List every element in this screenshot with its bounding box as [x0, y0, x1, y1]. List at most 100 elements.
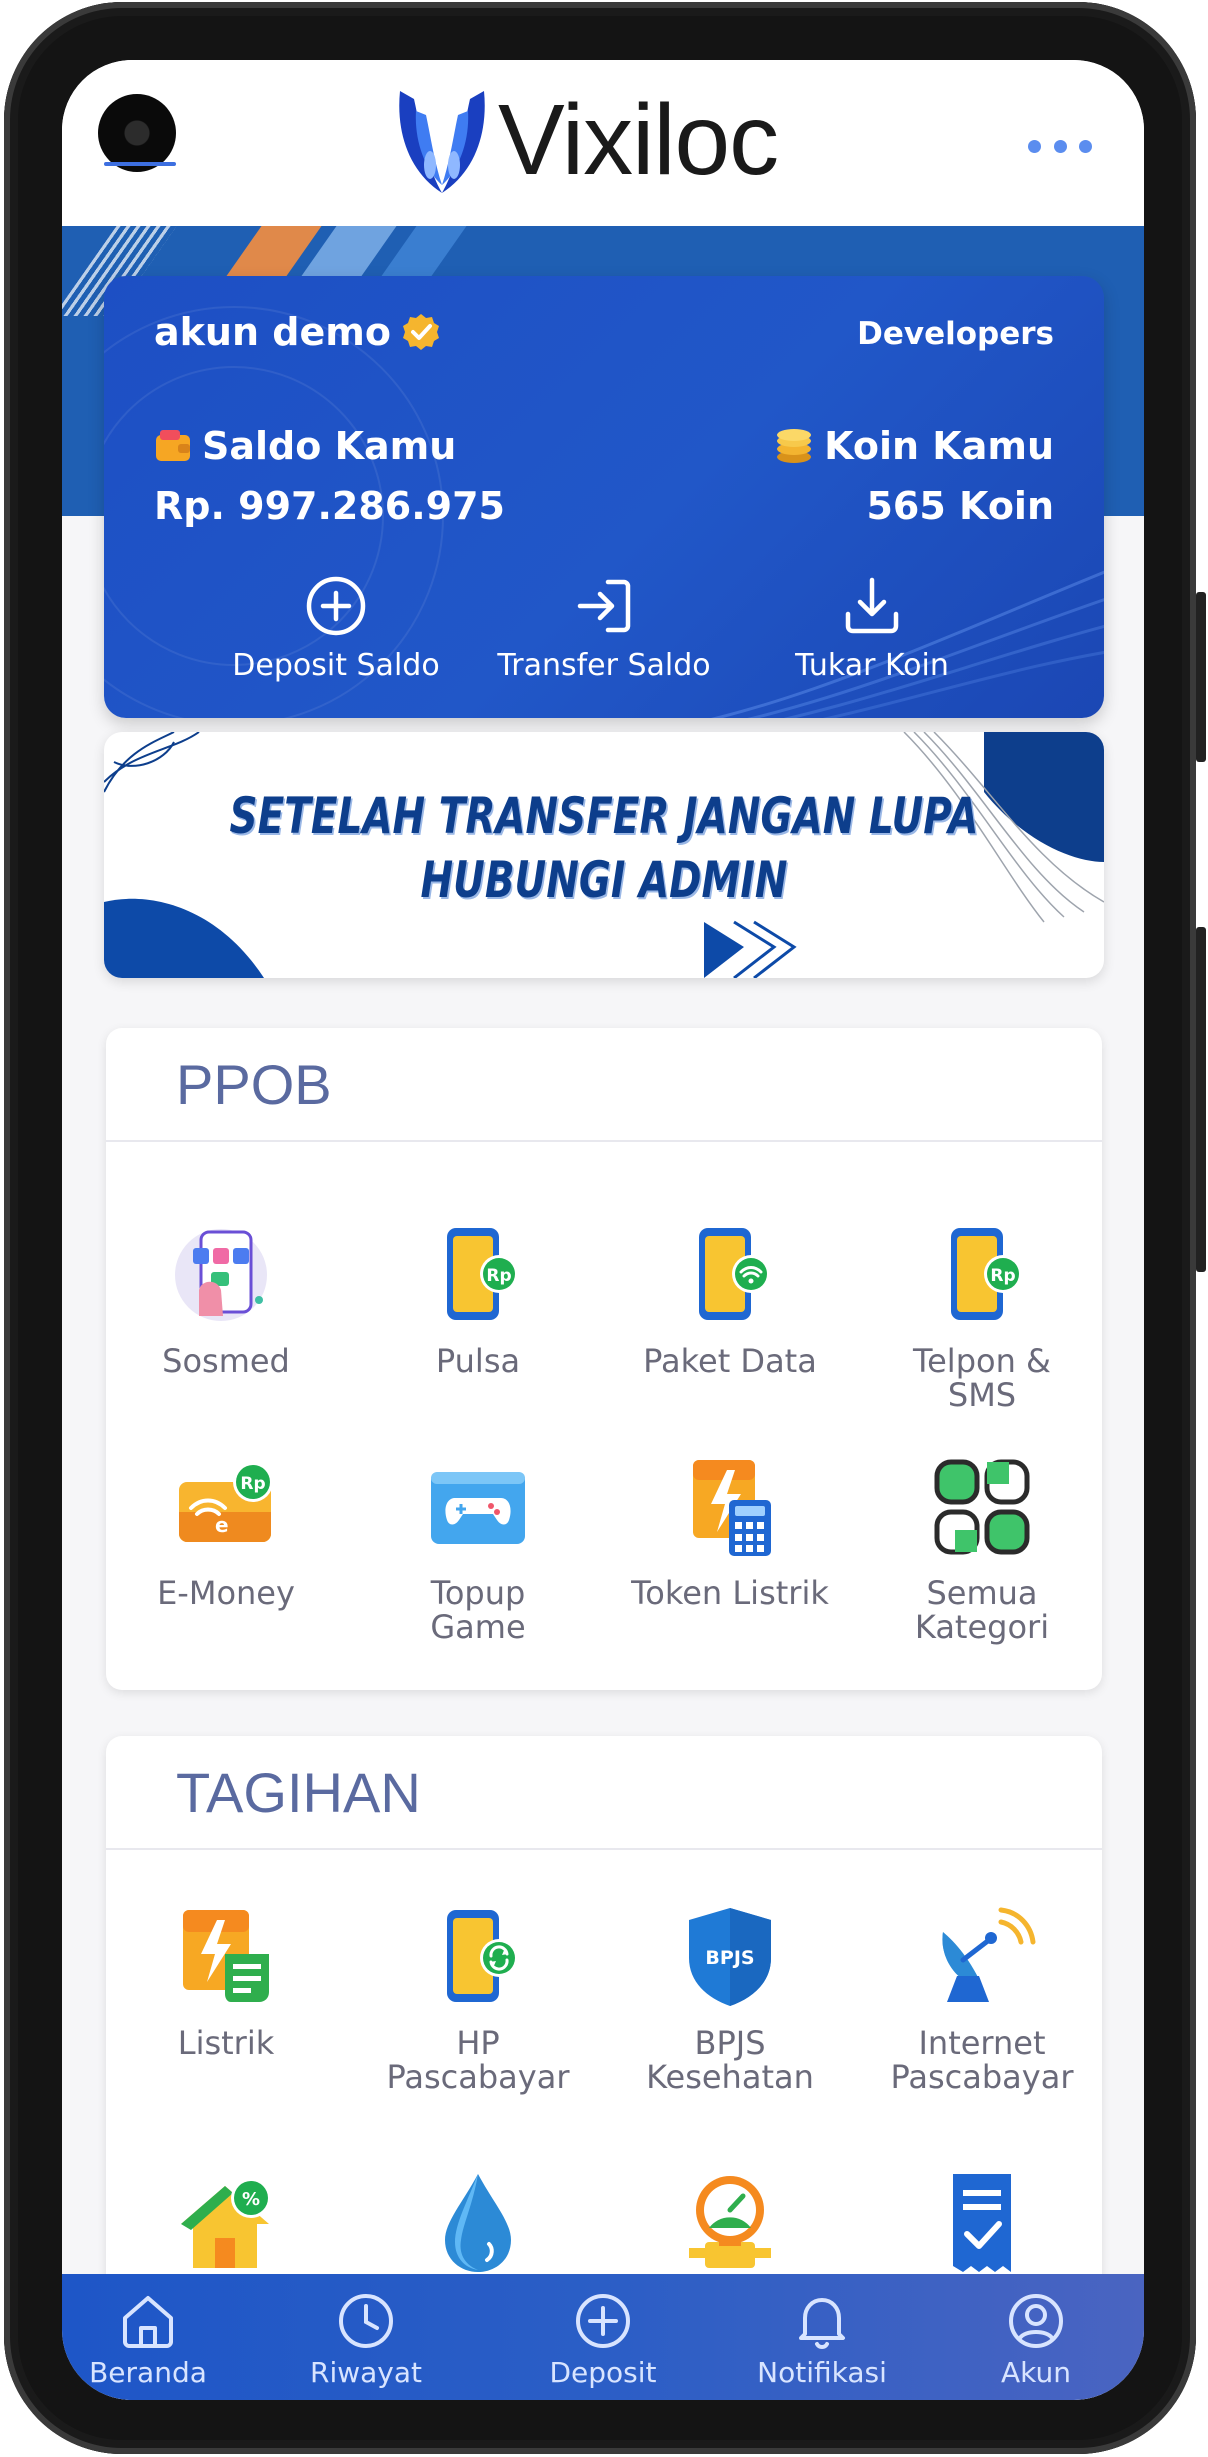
- tagihan-item-label-line2: Pascabayar: [386, 2058, 570, 2096]
- nav-label: Deposit: [549, 2356, 657, 2389]
- dot-icon: [1028, 139, 1041, 153]
- wallet-icon: [156, 430, 190, 461]
- ppob-item-label: Telpon &: [913, 1342, 1051, 1380]
- ppob-item-label: Semua: [926, 1574, 1038, 1612]
- saldo-value: Rp. 997.286.975: [154, 484, 505, 528]
- electric-token-icon: [693, 1460, 771, 1556]
- ppob-item-label: Paket Data: [643, 1342, 817, 1380]
- power-button: [1196, 927, 1206, 1272]
- dot-icon: [1079, 139, 1092, 153]
- ppob-item-label: Token Listrik: [631, 1574, 829, 1612]
- ppob-item-label-line2: Kategori: [914, 1608, 1050, 1646]
- tagihan-title: TAGIHAN: [106, 1736, 1102, 1850]
- tagihan-item-internet-pascabayar[interactable]: Internet Pascabayar: [862, 1902, 1102, 2094]
- gas-meter-icon: [689, 2176, 771, 2268]
- ppob-item-telpon-sms[interactable]: Rp Telpon & SMS: [862, 1220, 1102, 1412]
- ppob-item-label-line2: SMS: [947, 1376, 1017, 1414]
- nav-beranda[interactable]: Beranda: [62, 2290, 238, 2389]
- app-logo: Vixiloc: [394, 80, 779, 200]
- nav-label: Riwayat: [310, 2356, 422, 2389]
- promo-banner[interactable]: SETELAH TRANSFER JANGAN LUPA HUBUNGI ADM…: [104, 732, 1104, 978]
- top-bar: Vixiloc: [62, 60, 1144, 226]
- ppob-title: PPOB: [106, 1028, 1102, 1142]
- svg-text:e: e: [215, 1513, 229, 1537]
- svg-text:%: %: [242, 2189, 260, 2210]
- coins-icon: [777, 429, 812, 463]
- account-name: akun demo: [154, 310, 441, 354]
- tagihan-item-label: HP: [456, 2024, 500, 2062]
- nav-label: Beranda: [89, 2356, 207, 2389]
- svg-text:Rp: Rp: [990, 1266, 1015, 1286]
- ppob-item-token-listrik[interactable]: Token Listrik: [610, 1452, 850, 1610]
- phone-frame: Vixiloc akun demo Developers Saldo Kamu …: [4, 2, 1206, 2454]
- phone-credit-icon: Rp: [447, 1228, 518, 1320]
- social-media-icon: [175, 1229, 267, 1321]
- bpjs-icon: BPJS: [689, 1908, 771, 2006]
- front-camera: [98, 94, 176, 172]
- verified-badge-icon: [402, 314, 439, 350]
- bpjs-badge-text: BPJS: [705, 1947, 754, 1969]
- ppob-item-label: E-Money: [157, 1574, 295, 1612]
- ppob-item-e-money[interactable]: e Rp E-Money: [106, 1452, 346, 1610]
- ppob-item-paket-data[interactable]: Paket Data: [610, 1220, 850, 1378]
- e-money-icon: e Rp: [179, 1462, 273, 1542]
- nav-akun[interactable]: Akun: [946, 2290, 1126, 2389]
- ppob-item-topup-game[interactable]: Topup Game: [358, 1452, 598, 1644]
- account-name-text: akun demo: [154, 310, 391, 354]
- plus-circle-icon: [306, 576, 366, 636]
- clock-icon: [339, 2294, 393, 2348]
- saldo-label-text: Saldo Kamu: [202, 424, 457, 468]
- svg-text:Rp: Rp: [486, 1266, 511, 1286]
- dot-icon: [1053, 139, 1067, 153]
- tagihan-item-hp-pascabayar[interactable]: HP Pascabayar: [358, 1902, 598, 2094]
- nav-riwayat[interactable]: Riwayat: [276, 2290, 456, 2389]
- svg-text:Rp: Rp: [240, 1474, 265, 1494]
- all-categories-icon: [934, 1459, 1030, 1555]
- nav-label: Notifikasi: [757, 2356, 887, 2389]
- ppob-item-sosmed[interactable]: Sosmed: [106, 1220, 346, 1378]
- house-tax-icon: %: [181, 2178, 271, 2268]
- nav-notifikasi[interactable]: Notifikasi: [732, 2290, 912, 2389]
- tagihan-item-label: Internet: [918, 2024, 1046, 2062]
- transfer-saldo-button[interactable]: Transfer Saldo: [484, 574, 724, 683]
- tukar-koin-label: Tukar Koin: [795, 648, 949, 683]
- deposit-saldo-button[interactable]: Deposit Saldo: [216, 574, 456, 683]
- ppob-section: PPOB Sosmed Rp Pulsa Paket Data Rp Telpo…: [106, 1028, 1102, 1690]
- tagihan-item-label-line2: Kesehatan: [646, 2058, 814, 2096]
- balance-card: akun demo Developers Saldo Kamu Rp. 997.…: [104, 276, 1104, 718]
- tagihan-item-listrik[interactable]: Listrik: [106, 1902, 346, 2060]
- tagihan-item-bpjs-kesehatan[interactable]: BPJS BPJS Kesehatan: [610, 1902, 850, 2094]
- receipt-icon: [953, 2174, 1011, 2272]
- gamepad-icon: [431, 1472, 525, 1544]
- ppob-item-semua-kategori[interactable]: Semua Kategori: [862, 1452, 1102, 1644]
- volume-button: [1196, 592, 1206, 762]
- nav-label: Akun: [1001, 2356, 1071, 2389]
- postpaid-phone-icon: [447, 1910, 518, 2002]
- app-name: Vixiloc: [498, 83, 779, 196]
- electric-bill-icon: [183, 1910, 269, 2002]
- tagihan-item-label-line2: Pascabayar: [890, 2058, 1074, 2096]
- tagihan-item-label: Listrik: [177, 2024, 275, 2062]
- developers-link[interactable]: Developers: [857, 316, 1054, 352]
- koin-label-text: Koin Kamu: [824, 424, 1054, 468]
- home-icon: [123, 2296, 173, 2348]
- water-drop-icon: [445, 2174, 511, 2272]
- saldo-label: Saldo Kamu: [154, 424, 456, 468]
- user-circle-icon: [1009, 2294, 1063, 2348]
- more-menu-button[interactable]: [1028, 134, 1092, 158]
- koin-value: 565 Koin: [866, 484, 1054, 528]
- ppob-item-pulsa[interactable]: Rp Pulsa: [358, 1220, 598, 1378]
- deposit-saldo-label: Deposit Saldo: [232, 648, 440, 683]
- tukar-koin-button[interactable]: Tukar Koin: [752, 574, 992, 683]
- ppob-item-label-line2: Game: [430, 1608, 526, 1646]
- plus-circle-icon: [576, 2294, 630, 2348]
- login-arrow-icon: [577, 579, 631, 633]
- nav-deposit[interactable]: Deposit: [513, 2290, 693, 2389]
- phone-sms-icon: Rp: [951, 1228, 1022, 1320]
- koin-label: Koin Kamu: [774, 424, 1054, 468]
- vixiloc-logo-icon: [399, 91, 485, 193]
- ppob-item-label: Pulsa: [435, 1342, 521, 1380]
- promo-text: SETELAH TRANSFER JANGAN LUPA HUBUNGI ADM…: [214, 784, 994, 912]
- promo-line-2: HUBUNGI ADMIN: [420, 851, 788, 909]
- promo-line-1: SETELAH TRANSFER JANGAN LUPA: [229, 787, 979, 845]
